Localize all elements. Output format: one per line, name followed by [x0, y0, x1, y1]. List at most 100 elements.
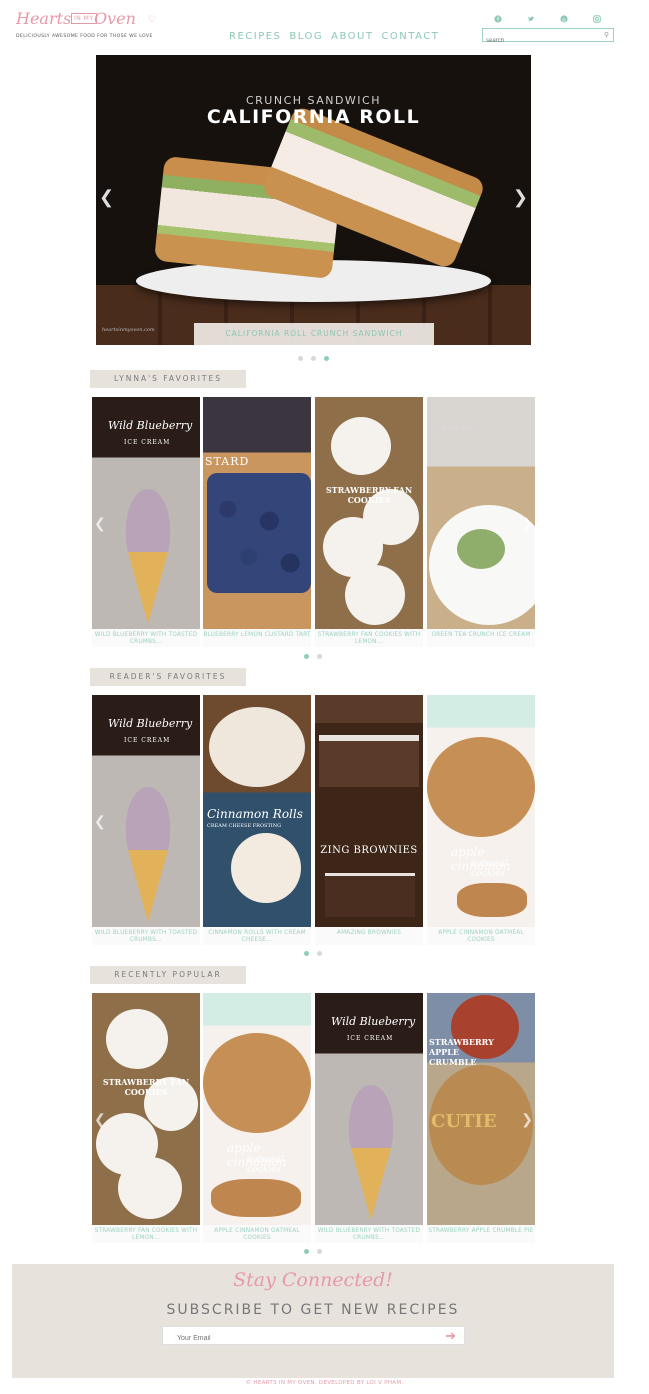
search-box: ⚲: [482, 28, 614, 47]
carousel-dot-1[interactable]: [304, 654, 309, 659]
photo-overlay-subtext: ICE CREAM: [124, 737, 171, 744]
waffle-cone: [128, 552, 168, 624]
search-icon[interactable]: ⚲: [604, 31, 609, 39]
site-header: Hearts IN MY Oven ♡ DELICIOUSLY AWESOME …: [0, 0, 649, 52]
carousel-dot-2[interactable]: [317, 951, 322, 956]
section-title-recently-popular: RECENTLY POPULAR: [90, 966, 246, 984]
hero-dot-1[interactable]: [298, 356, 303, 361]
recipe-photo: green tea: [427, 397, 535, 629]
subscribe-panel: Stay Connected! SUBSCRIBE TO GET NEW REC…: [12, 1264, 614, 1378]
photo-overlay-subtext: CUTIE: [431, 1111, 497, 1132]
recipe-caption[interactable]: APPLE CINNAMON OATMEAL COOKIES: [427, 927, 535, 945]
photo-overlay-text: Wild Blueberry: [108, 717, 193, 730]
oatmeal-cookie: [427, 737, 535, 837]
oatmeal-cookie: [203, 1033, 311, 1133]
recipe-caption[interactable]: WILD BLUEBERRY WITH TOASTED CRUMBS...: [92, 629, 200, 647]
logo-text-hearts: Hearts: [16, 9, 72, 28]
recipe-caption[interactable]: WILD BLUEBERRY WITH TOASTED CRUMBS...: [92, 927, 200, 945]
recipe-photo: STRAWBERRY APPLE CRUMBLE CUTIE: [427, 993, 535, 1225]
recipe-caption[interactable]: APPLE CINNAMON OATMEAL COOKIES: [203, 1225, 311, 1243]
hero-prev-arrow-icon[interactable]: ❮: [99, 187, 114, 208]
recipe-card[interactable]: STARD BLUEBERRY LEMON CUSTARD TART: [203, 397, 311, 647]
photo-overlay-subtext: ICE CREAM: [347, 1035, 394, 1042]
hero-dot-2[interactable]: [311, 356, 316, 361]
hero-next-arrow-icon[interactable]: ❯: [513, 187, 528, 208]
carousel-pagination: [304, 951, 322, 956]
section-title-lynnas-favorites: LYNNA'S FAVORITES: [90, 370, 246, 388]
carousel-prev-arrow-icon[interactable]: ❮: [94, 1111, 106, 1128]
carousel-dot-1[interactable]: [304, 951, 309, 956]
recipe-photo: apple cinnamon oatmeal cookies: [427, 695, 535, 927]
svg-text:p: p: [562, 17, 566, 23]
twitter-icon[interactable]: [526, 15, 536, 25]
recipe-card[interactable]: Wild Blueberry ICE CREAM WILD BLUEBERRY …: [92, 695, 200, 945]
recipe-photo: Wild Blueberry ICE CREAM: [92, 695, 200, 927]
recipe-photo: Wild Blueberry ICE CREAM: [92, 397, 200, 629]
cookie-photo: [118, 1157, 182, 1219]
photo-overlay-text: green tea: [441, 425, 471, 432]
carousel-dot-1[interactable]: [304, 1249, 309, 1254]
arrow-right-icon[interactable]: ➔: [445, 1328, 456, 1343]
carousel-next-arrow-icon[interactable]: ❯: [521, 1111, 533, 1128]
recipe-card[interactable]: apple cinnamon oatmeal cookies APPLE CIN…: [427, 695, 535, 945]
nav-contact[interactable]: CONTACT: [381, 31, 439, 42]
hero-caption[interactable]: CALIFORNIA ROLL CRUNCH SANDWICH: [194, 323, 434, 345]
cinnamon-roll: [231, 833, 301, 903]
green-tea-scoop: [457, 529, 505, 569]
site-logo[interactable]: Hearts IN MY Oven ♡ DELICIOUSLY AWESOME …: [16, 9, 166, 43]
nav-about[interactable]: ABOUT: [331, 31, 373, 42]
recipe-card[interactable]: STRAWBERRY FAN COOKIES STRAWBERRY FAN CO…: [315, 397, 423, 647]
carousel-recently-popular: STRAWBERRY FAN COOKIES STRAWBERRY FAN CO…: [92, 993, 535, 1243]
recipe-card[interactable]: apple cinnamon oatmeal cookies APPLE CIN…: [203, 993, 311, 1243]
recipe-photo: STRAWBERRY FAN COOKIES: [315, 397, 423, 629]
photo-overlay-text: STRAWBERRY FAN COOKIES: [102, 1077, 190, 1097]
hero-slider[interactable]: CRUNCH SANDWICH CALIFORNIA ROLL ❮ ❯ hear…: [96, 55, 531, 345]
social-links: f p: [493, 15, 602, 25]
search-input[interactable]: [483, 35, 595, 47]
main-nav: RECIPES BLOG ABOUT CONTACT: [229, 31, 439, 42]
carousel-pagination: [304, 654, 322, 659]
recipe-caption[interactable]: BLUEBERRY LEMON CUSTARD TART: [203, 629, 311, 647]
logo-tagline: DELICIOUSLY AWESOME FOOD FOR THOSE WE LO…: [16, 34, 153, 39]
logo-text-oven: Oven: [94, 9, 136, 28]
blueberry-tart: [207, 473, 311, 593]
carousel-dot-2[interactable]: [317, 1249, 322, 1254]
carousel-pagination: [304, 1249, 322, 1254]
photo-overlay-text: ZING BROWNIES: [320, 845, 418, 856]
recipe-caption[interactable]: STRAWBERRY APPLE CRUMBLE PIE: [427, 1225, 535, 1243]
recipe-caption[interactable]: STRAWBERRY FAN COOKIES WITH LEMON...: [315, 629, 423, 647]
recipe-card[interactable]: STRAWBERRY FAN COOKIES STRAWBERRY FAN CO…: [92, 993, 200, 1243]
facebook-icon[interactable]: f: [493, 15, 503, 25]
recipe-caption[interactable]: STRAWBERRY FAN COOKIES WITH LEMON...: [92, 1225, 200, 1243]
carousel-next-arrow-icon[interactable]: ❯: [521, 515, 533, 532]
carousel-prev-arrow-icon[interactable]: ❮: [94, 515, 106, 532]
email-box: ➔: [162, 1326, 465, 1347]
carousel-dot-2[interactable]: [317, 654, 322, 659]
photo-overlay-subtext: oatmeal cookies: [247, 1155, 284, 1175]
pinterest-icon[interactable]: p: [559, 15, 569, 25]
recipe-card[interactable]: Wild Blueberry ICE CREAM WILD BLUEBERRY …: [92, 397, 200, 647]
oatmeal-cookie: [457, 883, 527, 917]
nav-blog[interactable]: BLOG: [289, 31, 323, 42]
recipe-card[interactable]: Cinnamon Rolls CREAM CHEESE FROSTING CIN…: [203, 695, 311, 945]
recipe-caption[interactable]: GREEN TEA CRUNCH ICE CREAM: [427, 629, 535, 647]
email-input[interactable]: [163, 1330, 423, 1347]
carousel-prev-arrow-icon[interactable]: ❮: [94, 813, 106, 830]
hero-dot-3[interactable]: [324, 356, 329, 361]
recipe-caption[interactable]: WILD BLUEBERRY WITH TOASTED CRUMBS...: [315, 1225, 423, 1243]
photo-overlay-subtext: ICE CREAM: [124, 439, 171, 446]
recipe-card[interactable]: STRAWBERRY APPLE CRUMBLE CUTIE STRAWBERR…: [427, 993, 535, 1243]
photo-overlay-text: STRAWBERRY FAN COOKIES: [325, 485, 413, 505]
photo-overlay-subtext: CREAM CHEESE FROSTING: [207, 823, 282, 829]
recipe-card[interactable]: green tea GREEN TEA CRUNCH ICE CREAM ❯: [427, 397, 535, 647]
nav-recipes[interactable]: RECIPES: [229, 31, 281, 42]
recipe-caption[interactable]: AMAZING BROWNIES: [315, 927, 423, 945]
recipe-photo: ZING BROWNIES: [315, 695, 423, 927]
recipe-card[interactable]: ZING BROWNIES AMAZING BROWNIES: [315, 695, 423, 945]
hero-pagination: [298, 356, 329, 361]
recipe-caption[interactable]: CINNAMON ROLLS WITH CREAM CHEESE...: [203, 927, 311, 945]
brownie: [319, 735, 419, 787]
instagram-icon[interactable]: [592, 15, 602, 25]
brownie: [325, 873, 415, 917]
recipe-card[interactable]: Wild Blueberry ICE CREAM WILD BLUEBERRY …: [315, 993, 423, 1243]
